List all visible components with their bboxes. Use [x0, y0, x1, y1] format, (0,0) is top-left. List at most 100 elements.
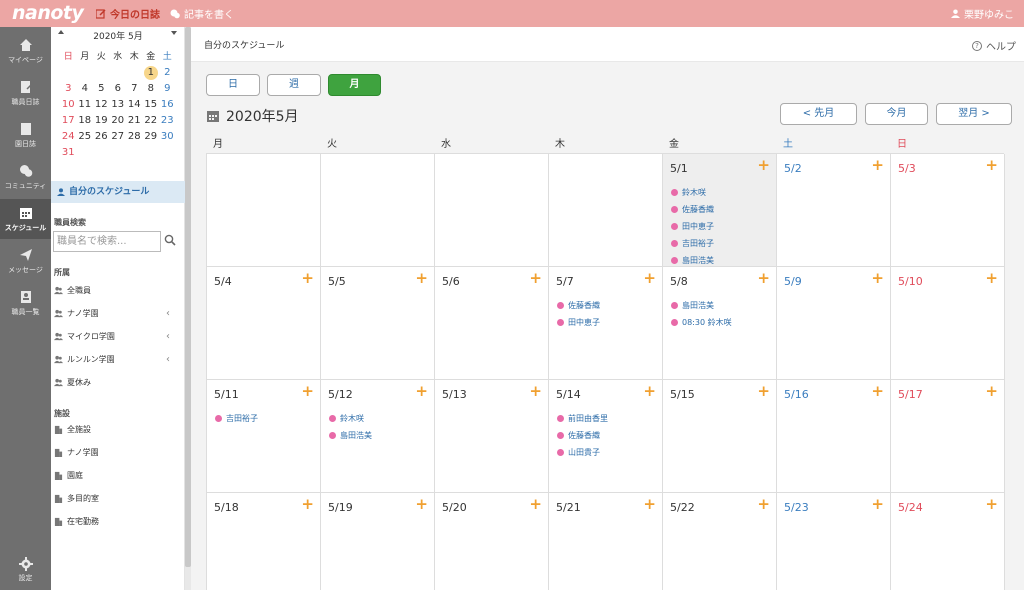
mini-calendar-day[interactable]: 7 [126, 81, 143, 97]
event-item[interactable]: 佐藤香織 [557, 297, 657, 314]
event-item[interactable]: 吉田裕子 [671, 235, 771, 252]
view-day-button[interactable]: 日 [206, 74, 260, 96]
mini-calendar-today[interactable]: 1 [143, 66, 158, 80]
nav-item-staff-list[interactable]: 職員一覧 [0, 283, 51, 323]
calendar-day-cell[interactable]: 5/11 + 吉田裕子 [207, 380, 321, 493]
view-month-button[interactable]: 月 [328, 74, 381, 96]
add-event-icon[interactable]: + [871, 271, 884, 286]
event-item[interactable]: 08:30 鈴木咲 [671, 314, 771, 331]
nav-item-schedule[interactable]: スケジュール [0, 199, 51, 239]
calendar-day-cell[interactable]: 5/7 + 佐藤香織 田中恵子 [549, 267, 663, 380]
mini-calendar-day[interactable]: 23 [159, 113, 176, 129]
event-item[interactable]: 鈴木咲 [671, 184, 771, 201]
app-logo[interactable]: nanoty [12, 2, 84, 24]
nav-item-community[interactable]: コミュニティ [0, 157, 51, 197]
event-item[interactable]: 佐藤香織 [671, 201, 771, 218]
side-item-facility[interactable]: 多目的室 [54, 490, 182, 506]
side-item-affiliation[interactable]: ナノ学園 ‹ [54, 305, 182, 321]
add-event-icon[interactable]: + [757, 271, 770, 286]
mini-calendar-day[interactable]: 9 [159, 81, 176, 97]
mini-calendar-day[interactable]: 17 [60, 113, 77, 129]
nav-item-school-journal[interactable]: 園日誌 [0, 115, 51, 155]
mini-calendar-day[interactable]: 31 [60, 145, 77, 161]
nav-item-messages[interactable]: メッセージ [0, 241, 51, 281]
help-link[interactable]: ? ヘルプ [972, 38, 1016, 53]
event-item[interactable]: 島田浩美 [671, 252, 771, 266]
calendar-day-cell[interactable]: 5/12 + 鈴木咲 島田浩美 [321, 380, 435, 493]
calendar-day-cell[interactable]: 5/23 + [777, 493, 891, 590]
calendar-day-cell[interactable]: 5/17 + [891, 380, 1005, 493]
add-event-icon[interactable]: + [757, 497, 770, 512]
mini-calendar-day[interactable]: 26 [93, 129, 110, 145]
calendar-day-cell[interactable]: 5/18 + [207, 493, 321, 590]
event-item[interactable]: 佐藤香織 [557, 427, 657, 444]
this-month-button[interactable]: 今月 [865, 103, 928, 125]
add-event-icon[interactable]: + [415, 497, 428, 512]
add-event-icon[interactable]: + [643, 271, 656, 286]
event-item[interactable]: 田中恵子 [671, 218, 771, 235]
mini-calendar-day[interactable]: 2 [159, 65, 176, 81]
calendar-day-cell[interactable]: 5/13 + [435, 380, 549, 493]
calendar-day-cell[interactable]: 5/16 + [777, 380, 891, 493]
mini-calendar-day[interactable]: 30 [159, 129, 176, 145]
event-item[interactable]: 吉田裕子 [215, 410, 315, 427]
mini-calendar-day[interactable]: 22 [143, 113, 160, 129]
mini-calendar-next-icon[interactable] [171, 31, 177, 35]
calendar-day-cell[interactable]: 5/2 + [777, 154, 891, 267]
add-event-icon[interactable]: + [985, 497, 998, 512]
add-event-icon[interactable]: + [529, 384, 542, 399]
add-event-icon[interactable]: + [415, 271, 428, 286]
event-item[interactable]: 山田貴子 [557, 444, 657, 461]
mini-calendar-day[interactable]: 20 [110, 113, 127, 129]
add-event-icon[interactable]: + [529, 497, 542, 512]
mini-calendar-day[interactable]: 11 [77, 97, 94, 113]
chevron-left-icon[interactable]: ‹ [166, 354, 170, 365]
add-event-icon[interactable]: + [871, 384, 884, 399]
side-item-facility[interactable]: 在宅勤務 [54, 513, 182, 529]
calendar-day-cell[interactable]: 5/24 + [891, 493, 1005, 590]
add-event-icon[interactable]: + [985, 158, 998, 173]
add-event-icon[interactable]: + [301, 497, 314, 512]
calendar-day-cell[interactable]: 5/22 + [663, 493, 777, 590]
calendar-day-cell[interactable]: 5/10 + [891, 267, 1005, 380]
calendar-day-cell[interactable]: 5/20 + [435, 493, 549, 590]
calendar-day-cell[interactable]: 5/21 + [549, 493, 663, 590]
add-event-icon[interactable]: + [529, 271, 542, 286]
next-month-button[interactable]: 翌月 > [936, 103, 1012, 125]
add-event-icon[interactable]: + [643, 497, 656, 512]
mini-calendar-day[interactable]: 14 [126, 97, 143, 113]
mini-calendar-day[interactable]: 3 [60, 81, 77, 97]
mini-calendar-day[interactable]: 1 [143, 65, 160, 81]
event-item[interactable]: 田中恵子 [557, 314, 657, 331]
mini-calendar-day[interactable]: 21 [126, 113, 143, 129]
calendar-day-cell[interactable]: 5/14 + 前田由香里 佐藤香織 山田貴子 [549, 380, 663, 493]
calendar-day-cell[interactable]: 5/5 + [321, 267, 435, 380]
event-item[interactable]: 島田浩美 [671, 297, 771, 314]
calendar-day-cell[interactable]: 5/8 + 島田浩美 08:30 鈴木咲 [663, 267, 777, 380]
side-item-affiliation[interactable]: ルンルン学園 ‹ [54, 351, 182, 367]
mini-calendar-day[interactable]: 18 [77, 113, 94, 129]
add-event-icon[interactable]: + [985, 271, 998, 286]
mini-calendar-day[interactable]: 8 [143, 81, 160, 97]
mini-calendar-day[interactable]: 12 [93, 97, 110, 113]
prev-month-button[interactable]: < 先月 [780, 103, 857, 125]
nav-item-settings[interactable]: 設定 [0, 557, 51, 583]
calendar-day-cell[interactable]: 5/6 + [435, 267, 549, 380]
mini-calendar-day[interactable]: 13 [110, 97, 127, 113]
event-item[interactable]: 鈴木咲 [329, 410, 429, 427]
add-event-icon[interactable]: + [871, 158, 884, 173]
mini-calendar-day[interactable]: 24 [60, 129, 77, 145]
add-event-icon[interactable]: + [301, 384, 314, 399]
add-event-icon[interactable]: + [643, 384, 656, 399]
nav-item-staff-journal[interactable]: 職員日誌 [0, 73, 51, 113]
view-week-button[interactable]: 週 [267, 74, 321, 96]
search-icon[interactable] [164, 234, 176, 246]
mini-calendar-day[interactable]: 27 [110, 129, 127, 145]
side-item-affiliation[interactable]: 夏休み [54, 374, 182, 390]
mini-calendar-day[interactable]: 5 [93, 81, 110, 97]
today-journal-link[interactable]: 今日の日誌 [96, 6, 160, 21]
mini-calendar-day[interactable]: 10 [60, 97, 77, 113]
add-event-icon[interactable]: + [757, 384, 770, 399]
add-event-icon[interactable]: + [985, 384, 998, 399]
event-item[interactable]: 島田浩美 [329, 427, 429, 444]
